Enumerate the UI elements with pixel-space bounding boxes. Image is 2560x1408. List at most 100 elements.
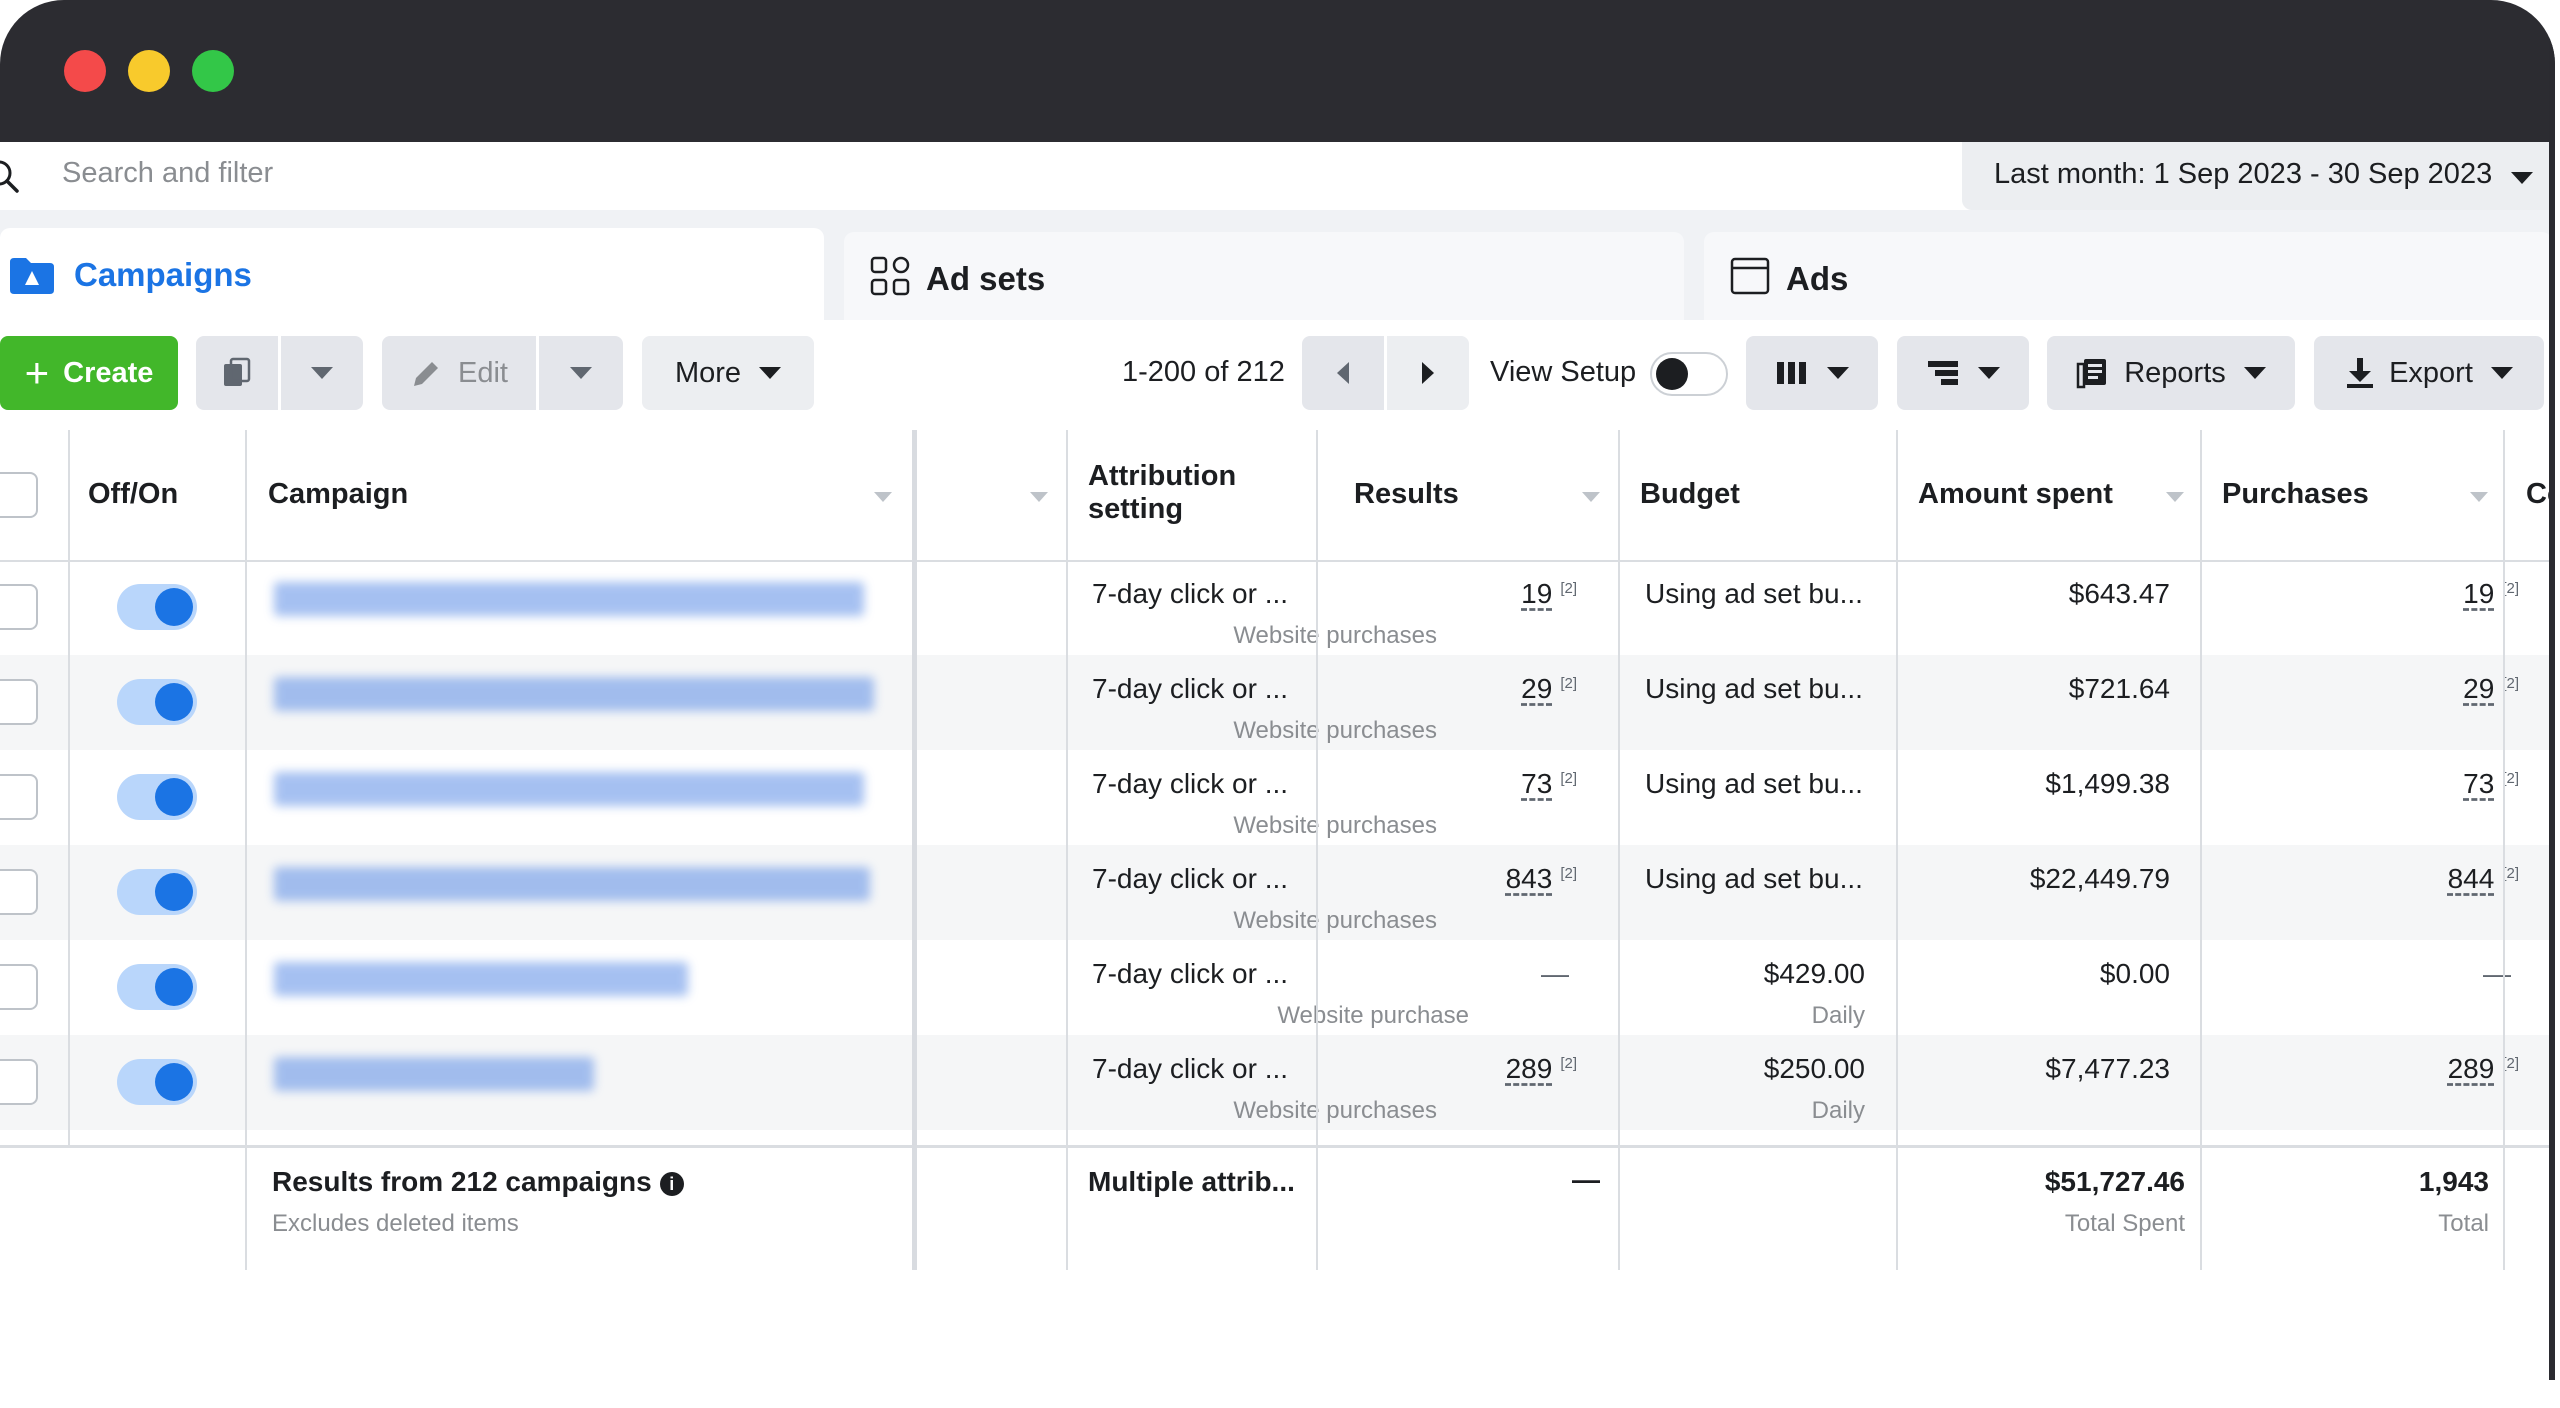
column-header-results-label: Results	[1354, 478, 1459, 510]
results-number[interactable]: 73	[1521, 768, 1552, 799]
create-button-label: Create	[63, 356, 154, 389]
table-row[interactable]: 7-day click or ... 19 [2] Website purchas…	[0, 560, 2555, 655]
duplicate-button[interactable]	[196, 336, 278, 410]
columns-button[interactable]	[1746, 336, 1878, 410]
row-checkbox[interactable]	[0, 1059, 38, 1105]
chevron-down-icon	[1978, 367, 2000, 379]
toggle-knob	[155, 968, 193, 1006]
campaign-name-link[interactable]	[268, 574, 872, 626]
export-button[interactable]: Export	[2314, 336, 2544, 410]
next-page-button[interactable]	[1387, 336, 1469, 410]
campaign-name-link[interactable]	[268, 764, 872, 816]
duplicate-icon	[224, 357, 251, 386]
purchases-number[interactable]: 289	[2448, 1053, 2495, 1084]
search-bar[interactable]: Search and filter	[0, 142, 1955, 212]
row-checkbox[interactable]	[0, 869, 38, 915]
edit-dropdown-button[interactable]	[539, 336, 623, 410]
column-divider	[1896, 430, 1898, 1270]
column-divider	[68, 430, 70, 1145]
column-header-campaign[interactable]: Campaign	[246, 430, 914, 560]
more-button[interactable]: More	[642, 336, 814, 410]
attribution-value: 7-day click or ...	[1092, 958, 1289, 989]
purchases-number[interactable]: 19	[2463, 578, 2494, 609]
column-header-purchases[interactable]: Purchases	[2200, 430, 2504, 560]
purchases-number[interactable]: 29	[2463, 673, 2494, 704]
duplicate-dropdown-button[interactable]	[281, 336, 363, 410]
campaign-toggle[interactable]	[117, 964, 197, 1010]
table-row[interactable]: 7-day click or ... 289 [2] Website purcha…	[0, 1035, 2555, 1130]
column-header-results[interactable]: Results	[1316, 430, 1618, 560]
row-checkbox[interactable]	[0, 774, 38, 820]
tab-ads[interactable]: Ads	[1704, 232, 2552, 320]
campaign-name-link[interactable]	[268, 954, 872, 1006]
reports-icon	[2076, 359, 2107, 389]
date-range-picker[interactable]: Last month: 1 Sep 2023 - 30 Sep 2023	[1962, 142, 2555, 210]
title-bar	[0, 0, 2555, 142]
maximize-window-button[interactable]	[192, 50, 234, 92]
redacted-name	[274, 1057, 594, 1091]
column-header-amount-spent[interactable]: Amount spent	[1896, 430, 2200, 560]
app-window: Search and filter Last month: 1 Sep 2023…	[0, 0, 2555, 1408]
table-row[interactable]: 7-day click or ... 29 [2] Website purchas…	[0, 655, 2555, 750]
plus-icon: +	[24, 349, 50, 396]
chevron-down-icon	[2243, 367, 2266, 379]
create-button[interactable]: + Create	[0, 336, 178, 410]
pagination-range: 1-200 of 212	[1122, 356, 1285, 388]
purchases-number: —	[2483, 958, 2511, 989]
select-all-checkbox[interactable]	[0, 472, 38, 518]
reports-button[interactable]: Reports	[2047, 336, 2295, 410]
table-row[interactable]: 7-day click or ... — Website purchase $4…	[0, 940, 2555, 1035]
results-number[interactable]: 29	[1521, 673, 1552, 704]
column-header-next[interactable]: Co	[2504, 430, 2555, 560]
campaign-toggle[interactable]	[117, 584, 197, 630]
grid-icon	[870, 256, 910, 296]
row-checkbox[interactable]	[0, 584, 38, 630]
results-value: 29 [2]	[1521, 673, 1577, 705]
tab-ad-sets[interactable]: Ad sets	[844, 232, 1684, 320]
column-divider	[245, 430, 247, 1270]
campaign-name-link[interactable]	[268, 1049, 872, 1101]
previous-page-button[interactable]	[1302, 336, 1384, 410]
column-header-amount-spent-label: Amount spent	[1918, 478, 2113, 510]
column-header-budget[interactable]: Budget	[1618, 430, 1896, 560]
campaign-name-link[interactable]	[268, 859, 872, 911]
campaign-toggle[interactable]	[117, 679, 197, 725]
frozen-column-divider[interactable]	[912, 430, 917, 1270]
edit-button[interactable]: Edit	[382, 336, 536, 410]
export-button-label: Export	[2389, 356, 2473, 389]
row-checkbox[interactable]	[0, 679, 38, 725]
campaign-name-link[interactable]	[268, 669, 874, 721]
purchases-value: 844 [2]	[2448, 863, 2519, 895]
breakdown-button[interactable]	[1897, 336, 2029, 410]
campaign-toggle[interactable]	[117, 774, 197, 820]
results-value: —	[1541, 958, 1577, 990]
amount-spent-value: $1,499.38	[2045, 768, 2170, 799]
results-number[interactable]: 289	[1506, 1053, 1553, 1084]
toggle-knob	[155, 588, 193, 626]
search-input[interactable]: Search and filter	[62, 157, 273, 190]
redacted-name	[274, 867, 870, 901]
sort-icon	[1030, 492, 1048, 502]
table-row[interactable]: 7-day click or ... 73 [2] Website purchas…	[0, 750, 2555, 845]
column-header-off-on[interactable]: Off/On	[68, 430, 246, 560]
purchases-number[interactable]: 844	[2448, 863, 2495, 894]
column-header-next-label: Co	[2526, 478, 2555, 510]
chevron-down-icon	[1827, 367, 1849, 379]
results-number[interactable]: 843	[1506, 863, 1553, 894]
campaign-toggle[interactable]	[117, 1059, 197, 1105]
table-row[interactable]: 7-day click or ... 843 [2] Website purcha…	[0, 845, 2555, 940]
column-header-delivery[interactable]	[914, 430, 1066, 560]
view-setup-label: View Setup	[1490, 356, 1637, 388]
purchases-number[interactable]: 73	[2463, 768, 2494, 799]
info-icon[interactable]: i	[659, 1171, 684, 1196]
view-setup-toggle[interactable]	[1650, 352, 1728, 396]
tab-campaigns[interactable]: Campaigns	[0, 228, 824, 320]
minimize-window-button[interactable]	[128, 50, 170, 92]
results-type: Website purchases	[1233, 812, 1437, 839]
column-header-attribution[interactable]: Attribution setting	[1066, 430, 1316, 560]
close-window-button[interactable]	[64, 50, 106, 92]
row-checkbox[interactable]	[0, 964, 38, 1010]
more-button-label: More	[674, 356, 742, 389]
results-number[interactable]: 19	[1521, 578, 1552, 609]
campaign-toggle[interactable]	[117, 869, 197, 915]
